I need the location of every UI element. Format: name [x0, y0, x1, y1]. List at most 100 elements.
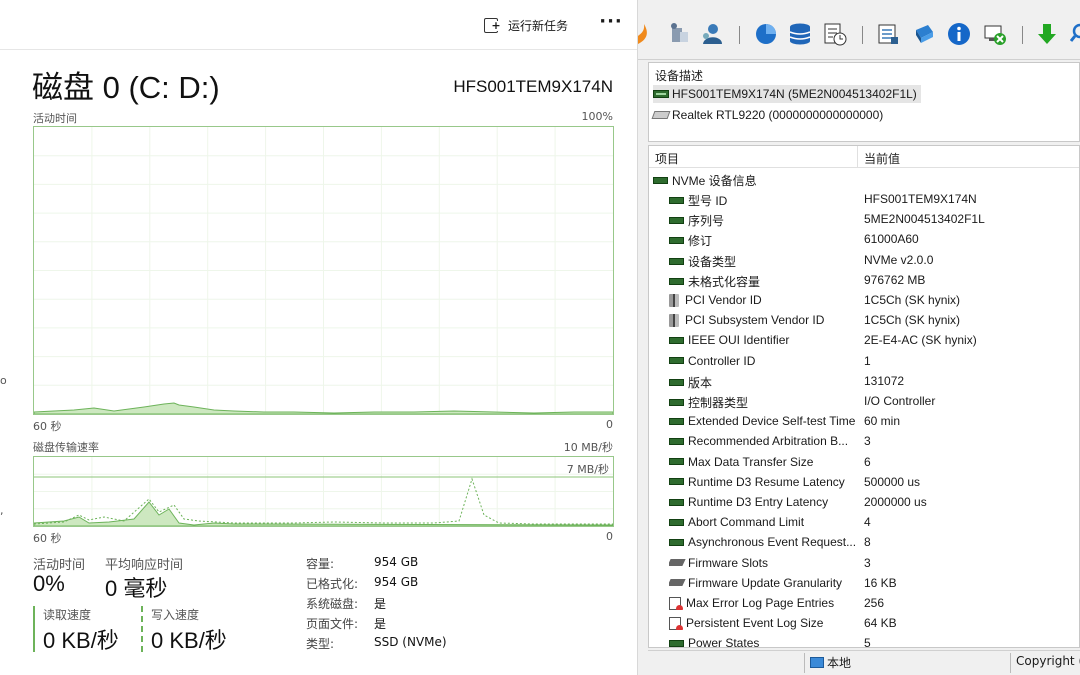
- read-speed-value: 0 KB/秒: [43, 628, 119, 653]
- list-item[interactable]: Max Error Log Page Entries 256: [649, 593, 1079, 613]
- device-description-header: 设备描述: [655, 69, 704, 83]
- list-item[interactable]: Power States 5: [649, 633, 1079, 647]
- list-item[interactable]: Extended Device Self-test Time 60 min: [649, 411, 1079, 431]
- document-icon[interactable]: [876, 22, 900, 46]
- item-name-text: 序列号: [688, 214, 725, 229]
- status-copyright: Copyright (: [1016, 654, 1080, 668]
- memory-stick-icon[interactable]: [912, 22, 936, 46]
- item-value: 256: [864, 596, 885, 610]
- item-value: 2E-E4-AC (SK hynix): [864, 333, 977, 348]
- list-item[interactable]: Firmware Slots 3: [649, 553, 1079, 573]
- item-name: Runtime D3 Resume Latency: [669, 475, 875, 489]
- database-icon[interactable]: [788, 22, 812, 46]
- item-value: 60 min: [864, 414, 901, 429]
- computer-icon: [810, 657, 824, 668]
- nvme-chip-icon: [669, 197, 684, 204]
- item-name-text: Persistent Event Log Size: [686, 616, 824, 631]
- item-name-text: 修订: [688, 234, 713, 249]
- report-clock-icon[interactable]: [823, 22, 847, 46]
- status-bar: 本地 Copyright (: [648, 650, 1080, 675]
- flame-icon[interactable]: [638, 22, 652, 46]
- list-item[interactable]: 设备类型 NVMe v2.0.0: [649, 250, 1079, 270]
- item-name: Abort Command Limit: [669, 515, 875, 529]
- info-icon[interactable]: [947, 22, 971, 46]
- clipped-text: ,: [0, 504, 4, 517]
- read-speed-label: 读取速度: [43, 608, 92, 622]
- network-icon[interactable]: [668, 22, 692, 46]
- device-item-usb[interactable]: Realtek RTL9220 (0000000000000000): [651, 106, 883, 124]
- list-item[interactable]: PCI Subsystem Vendor ID 1C5Ch (SK hynix): [649, 310, 1079, 330]
- list-item[interactable]: Runtime D3 Resume Latency 500000 us: [649, 472, 1079, 492]
- transfer-graph-max: 10 MB/秒: [563, 441, 613, 454]
- list-item[interactable]: Runtime D3 Entry Latency 2000000 us: [649, 492, 1079, 512]
- item-name: 版本: [669, 374, 875, 391]
- prop-type-value: SSD (NVMe): [374, 635, 447, 649]
- list-item[interactable]: 序列号 5ME2N004513402F1L: [649, 209, 1079, 229]
- list-item[interactable]: Persistent Event Log Size 64 KB: [649, 613, 1079, 633]
- item-name: Asynchronous Event Request...: [669, 535, 875, 549]
- item-name: Persistent Event Log Size: [669, 616, 875, 631]
- item-name-text: 设备类型: [688, 254, 737, 269]
- active-time-graph-label: 活动时间: [33, 112, 77, 125]
- item-name-text: PCI Subsystem Vendor ID: [685, 313, 825, 328]
- list-item[interactable]: Abort Command Limit 4: [649, 512, 1079, 532]
- toolbar-separator: [1022, 26, 1023, 44]
- item-value: 6: [864, 454, 871, 469]
- column-header-value[interactable]: 当前值: [864, 150, 900, 167]
- item-name-text: Runtime D3 Entry Latency: [688, 495, 829, 509]
- item-name: PCI Vendor ID: [669, 293, 875, 307]
- group-label: NVMe 设备信息: [653, 172, 859, 189]
- list-header: 项目 当前值: [649, 146, 1079, 168]
- column-divider[interactable]: [857, 146, 858, 168]
- write-speed-value: 0 KB/秒: [151, 628, 227, 653]
- command-bar: 运行新任务 ···: [0, 0, 637, 50]
- list-item[interactable]: PCI Vendor ID 1C5Ch (SK hynix): [649, 290, 1079, 310]
- prop-capacity-key: 容量:: [306, 557, 335, 571]
- toolbar: [638, 0, 1080, 60]
- list-item[interactable]: 型号 ID HFS001TEM9X174N: [649, 189, 1079, 209]
- pie-chart-icon[interactable]: [754, 22, 778, 46]
- list-item[interactable]: Firmware Update Granularity 16 KB: [649, 573, 1079, 593]
- list-item[interactable]: IEEE OUI Identifier 2E-E4-AC (SK hynix): [649, 330, 1079, 350]
- graph2-time-right: 0: [606, 530, 613, 543]
- item-value: 131072: [864, 373, 905, 388]
- item-name: Controller ID: [669, 354, 875, 368]
- network-disconnect-icon[interactable]: [983, 22, 1007, 46]
- properties-list: 项目 当前值 NVMe 设备信息 型号 ID HFS001TEM9X174N 序列号 5…: [648, 145, 1080, 648]
- list-item[interactable]: Asynchronous Event Request... 8: [649, 532, 1079, 552]
- pci-card-icon: [669, 313, 679, 327]
- device-description-panel: 设备描述 HFS001TEM9X174N (5ME2N004513402F1L)…: [648, 62, 1080, 142]
- nvme-chip-icon: [669, 538, 684, 546]
- run-new-task-button[interactable]: 运行新任务: [484, 14, 568, 36]
- nvme-chip-icon: [669, 237, 684, 245]
- more-options-button[interactable]: ···: [598, 12, 624, 36]
- item-value: 5ME2N004513402F1L: [864, 212, 985, 227]
- nvme-chip-icon: [669, 378, 684, 386]
- pci-card-icon: [669, 293, 679, 307]
- item-name-text: Firmware Update Granularity: [688, 575, 843, 590]
- download-arrow-icon[interactable]: [1035, 22, 1059, 46]
- nvme-chip-icon: [669, 277, 684, 285]
- item-name-text: Controller ID: [688, 353, 756, 368]
- item-value: NVMe v2.0.0: [864, 252, 934, 267]
- list-item[interactable]: Recommended Arbitration B... 3: [649, 431, 1079, 451]
- column-header-item[interactable]: 项目: [655, 150, 679, 167]
- list-item[interactable]: 未格式化容量 976762 MB: [649, 270, 1079, 290]
- item-value: 500000 us: [864, 474, 921, 489]
- list-item[interactable]: Max Data Transfer Size 6: [649, 452, 1079, 472]
- list-item[interactable]: 控制器类型 I/O Controller: [649, 391, 1079, 411]
- status-divider: [804, 653, 805, 673]
- device-item-label: HFS001TEM9X174N (5ME2N004513402F1L): [672, 87, 917, 101]
- user-icon[interactable]: [700, 22, 724, 46]
- nvme-chip-icon: [669, 336, 684, 344]
- list-item[interactable]: 版本 131072: [649, 371, 1079, 391]
- list-item[interactable]: 修订 61000A60: [649, 229, 1079, 249]
- item-name-text: Extended Device Self-test Time: [688, 414, 856, 429]
- device-item-nvme[interactable]: HFS001TEM9X174N (5ME2N004513402F1L): [653, 85, 921, 103]
- group-row[interactable]: NVMe 设备信息: [649, 169, 1079, 189]
- search-icon[interactable]: [1070, 22, 1080, 46]
- graph1-time-left: 60 秒: [33, 420, 62, 433]
- item-value: 4: [864, 515, 871, 530]
- nvme-chip-icon: [669, 437, 684, 445]
- list-item[interactable]: Controller ID 1: [649, 351, 1079, 371]
